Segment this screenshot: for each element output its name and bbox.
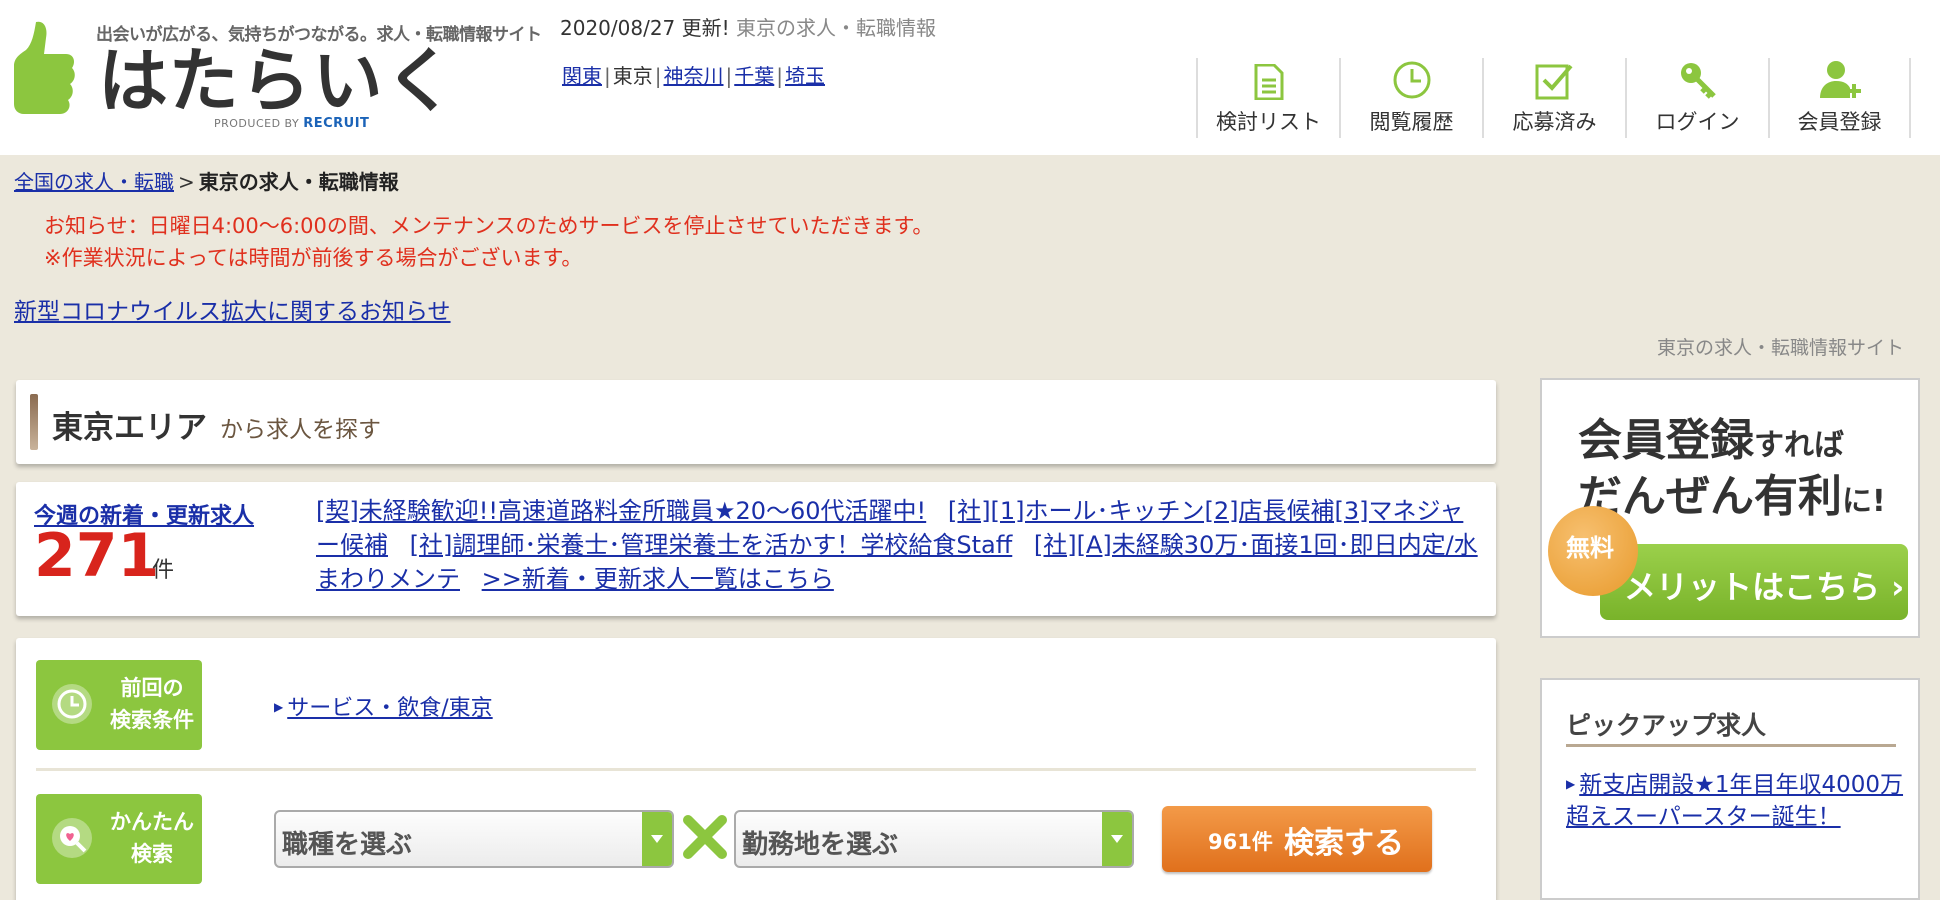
recruit-logo: RECRUIT xyxy=(303,116,370,131)
chevron-down-icon xyxy=(1102,812,1132,866)
header-nav: 検討リスト 閲覧履歴 応募済み ログイン 会員登録 xyxy=(1196,58,1911,138)
maintenance-notice: お知らせ：日曜日4:00〜6:00の間、メンテナンスのためサービスを停止させてい… xyxy=(44,210,933,274)
nav-login[interactable]: ログイン xyxy=(1625,58,1768,138)
area-link-kanto[interactable]: 関東 xyxy=(560,64,604,88)
produced-by-label: PRODUCED BY xyxy=(214,117,300,130)
search-button[interactable]: 961件 検索する xyxy=(1162,806,1432,872)
chevron-down-icon xyxy=(642,812,672,866)
nav-register-label: 会員登録 xyxy=(1797,110,1882,134)
easy-search-tag-text: かんたん 検索 xyxy=(110,806,194,870)
notice-line-2: ※作業状況によっては時間が前後する場合がございます。 xyxy=(44,246,583,270)
bullet-triangle-icon: ▶ xyxy=(274,700,284,714)
breadcrumb: 全国の求人・転職 > 東京の求人・転職情報 xyxy=(14,166,399,195)
previous-condition-link[interactable]: サービス・飲食/東京 xyxy=(287,696,492,721)
new-jobs-panel: 今週の新着・更新求人 271 件 [契]未経験歓迎!!高速道路料金所職員★20〜… xyxy=(16,482,1496,616)
produced-by: PRODUCED BY RECRUIT xyxy=(214,116,369,131)
pickup-title: ピックアップ求人 xyxy=(1566,711,1767,740)
bullet-triangle-icon: ▶ xyxy=(1566,777,1576,791)
document-icon xyxy=(1254,64,1283,100)
breadcrumb-current: 東京の求人・転職情報 xyxy=(198,170,399,194)
area-link-chiba[interactable]: 千葉 xyxy=(732,64,776,88)
covid-notice-link[interactable]: 新型コロナウイルス拡大に関するお知らせ xyxy=(14,292,451,326)
cross-icon xyxy=(683,815,727,859)
new-jobs-unit: 件 xyxy=(152,558,175,583)
checkbox-icon xyxy=(1535,64,1573,100)
nav-applied[interactable]: 応募済み xyxy=(1482,58,1625,138)
area-current-tokyo: 東京 xyxy=(612,64,653,88)
job-type-select-value: 職種を選ぶ xyxy=(282,830,413,860)
new-jobs-list: [契]未経験歓迎!!高速道路料金所職員★20〜60代活躍中! [社][1]ホール… xyxy=(316,494,1486,596)
search-result-count: 961件 xyxy=(1208,830,1273,854)
banner-line-1-sub: すれば xyxy=(1754,428,1844,463)
area-separator: | xyxy=(776,64,783,88)
job-type-select[interactable]: 職種を選ぶ xyxy=(274,810,674,868)
banner-line-1: 会員登録すれば xyxy=(1578,404,1844,468)
easy-search-tag: かんたん 検索 xyxy=(36,794,202,884)
pickup-job-item: ▶ 新支店開設★1年目年収4000万超えスーパースター誕生！ xyxy=(1566,768,1906,833)
previous-search-tag-text: 前回の 検索条件 xyxy=(110,672,194,736)
site-header: 出会いが広がる、気持ちがつながる。求人・転職情報サイト はたらいく PRODUC… xyxy=(0,0,1940,155)
magnifier-heart-icon xyxy=(52,818,92,858)
nav-register[interactable]: 会員登録 xyxy=(1768,58,1911,138)
previous-search-tag-line-2: 検索条件 xyxy=(110,708,194,732)
merit-button-label: メリットはこちら › xyxy=(1624,568,1905,606)
banner-line-2-sub: に! xyxy=(1842,484,1886,519)
update-subtitle: 東京の求人・転職情報 xyxy=(736,16,937,40)
pickup-title-underline xyxy=(1566,744,1896,747)
nav-history-label: 閲覧履歴 xyxy=(1369,110,1454,134)
banner-line-1-main: 会員登録 xyxy=(1578,415,1754,466)
thumbs-up-icon xyxy=(14,21,75,115)
breadcrumb-separator: > xyxy=(178,170,195,194)
member-registration-banner[interactable]: 会員登録すれば だんぜん有利に! メリットはこちら › 無料 xyxy=(1540,378,1920,638)
nav-login-label: ログイン xyxy=(1655,110,1740,134)
area-links: 関東 | 東京 | 神奈川 | 千葉 | 埼玉 xyxy=(560,60,827,89)
location-select[interactable]: 勤務地を選ぶ xyxy=(734,810,1134,868)
easy-search-tag-line-2: 検索 xyxy=(131,842,173,866)
update-date: 2020/08/27 更新! xyxy=(560,16,730,40)
area-search-panel: 東京エリア から求人を探す xyxy=(16,380,1496,464)
divider xyxy=(36,768,1476,771)
area-subtitle: から求人を探す xyxy=(220,417,381,443)
clock-icon xyxy=(1393,61,1430,99)
easy-search-tag-line-1: かんたん xyxy=(110,810,194,834)
brand-name: はたらいく xyxy=(98,40,457,122)
new-jobs-count: 271 xyxy=(34,521,160,591)
breadcrumb-root-link[interactable]: 全国の求人・転職 xyxy=(14,170,174,194)
notice-line-1: お知らせ：日曜日4:00〜6:00の間、メンテナンスのためサービスを停止させてい… xyxy=(44,214,934,238)
nav-history[interactable]: 閲覧履歴 xyxy=(1339,58,1482,138)
update-line: 2020/08/27 更新! 東京の求人・転職情報 xyxy=(560,12,936,41)
clock-icon xyxy=(52,684,92,724)
search-button-label: 検索する xyxy=(1284,826,1404,861)
area-separator: | xyxy=(604,64,611,88)
new-job-link[interactable]: [契]未経験歓迎!!高速道路料金所職員★20〜60代活躍中! xyxy=(316,497,926,525)
pickup-job-link[interactable]: 新支店開設★1年目年収4000万超えスーパースター誕生！ xyxy=(1566,772,1903,830)
nav-review-list-label: 検討リスト xyxy=(1216,110,1321,134)
new-job-link[interactable]: [社]調理師･栄養士･管理栄養士を活かす！学校給食Staff xyxy=(410,531,1013,559)
location-select-value: 勤務地を選ぶ xyxy=(742,830,899,860)
area-title: 東京エリア xyxy=(52,410,207,446)
new-jobs-all-link[interactable]: >>新着・更新求人一覧はこちら xyxy=(482,565,834,593)
title-accent-bar xyxy=(30,394,38,450)
previous-condition: ▶ サービス・飲食/東京 xyxy=(274,690,493,722)
previous-search-tag-line-1: 前回の xyxy=(120,676,184,700)
free-badge-label: 無料 xyxy=(1566,534,1614,562)
nav-review-list[interactable]: 検討リスト xyxy=(1196,58,1339,138)
add-user-icon xyxy=(1819,61,1861,98)
search-panel: 前回の 検索条件 ▶ サービス・飲食/東京 かんたん 検索 職種を選ぶ 勤務地を選… xyxy=(16,638,1496,900)
area-link-saitama[interactable]: 埼玉 xyxy=(783,64,827,88)
previous-search-tag: 前回の 検索条件 xyxy=(36,660,202,750)
pickup-jobs-box: ピックアップ求人 ▶ 新支店開設★1年目年収4000万超えスーパースター誕生！ xyxy=(1540,678,1920,900)
key-icon xyxy=(1680,63,1716,99)
banner-line-2: だんぜん有利に! xyxy=(1578,460,1886,524)
site-caption: 東京の求人・転職情報サイト xyxy=(1656,337,1904,359)
area-link-kanagawa[interactable]: 神奈川 xyxy=(662,64,726,88)
merit-button[interactable]: メリットはこちら › xyxy=(1600,544,1908,620)
area-separator: | xyxy=(654,64,662,88)
nav-applied-label: 応募済み xyxy=(1512,110,1597,134)
free-badge: 無料 xyxy=(1548,506,1638,596)
site-logo[interactable]: 出会いが広がる、気持ちがつながる。求人・転職情報サイト はたらいく PRODUC… xyxy=(14,16,542,136)
